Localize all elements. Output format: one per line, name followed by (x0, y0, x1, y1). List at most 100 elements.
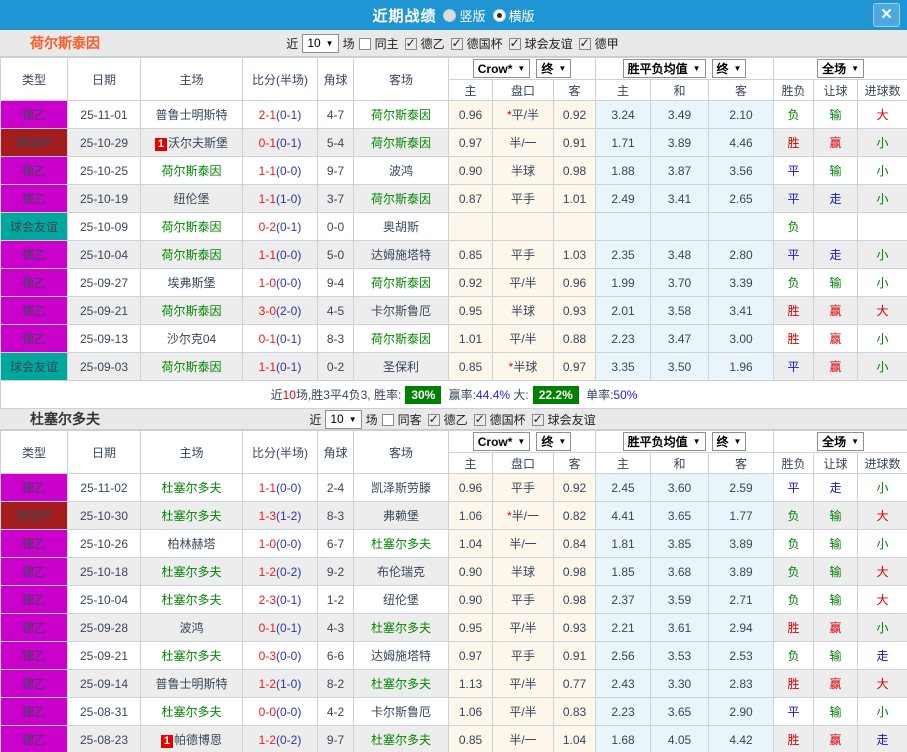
checkbox-checked[interactable] (427, 412, 440, 426)
full-time-score: 1-2 (258, 564, 276, 579)
match-score: 1-1(0-0) (242, 156, 318, 185)
home-team-name: 普鲁士明斯特 (155, 108, 228, 122)
avg-odds-dropdown-3[interactable]: 终 ▼ (711, 59, 747, 78)
checkbox-checked[interactable] (531, 412, 544, 426)
home-team-name: 荷尔斯泰因 (161, 304, 222, 318)
bookmaker-dropdown-1[interactable]: 终 ▼ (536, 58, 572, 78)
home-team-name: 杜塞尔多夫 (161, 509, 222, 523)
odds-away: 0.91 (552, 641, 597, 670)
scope-dropdown-4[interactable]: 全场 ▼ (817, 432, 864, 451)
away-team-name: 荷尔斯泰因 (370, 276, 431, 290)
home-team: 普鲁士明斯特 (140, 100, 243, 129)
sub-column-header-2: 客 (552, 452, 597, 474)
league-type-badge: 德乙 (0, 697, 68, 726)
checkbox-checked[interactable] (450, 36, 463, 50)
home-team-name: 埃弗斯堡 (167, 276, 216, 290)
result-outcome: 负 (773, 268, 815, 297)
bookmaker-dropdown-0[interactable]: Crow* ▼ (472, 432, 531, 452)
away-team-name: 卡尔斯鲁厄 (370, 705, 431, 719)
summary-part: 场,胜3平4负3, 胜率: (295, 388, 402, 402)
match-score: 0-1(0-1) (242, 613, 318, 642)
avg-odds-dropdown-3-value: 终 (716, 435, 729, 449)
odds-home: 0.87 (448, 184, 493, 213)
avg-draw: 3.65 (650, 697, 710, 726)
full-time-score: 0-1 (258, 135, 276, 150)
avg-odds-dropdown-3-value: 终 (716, 62, 729, 76)
home-team-name: 杜塞尔多夫 (161, 565, 222, 579)
checkbox[interactable] (381, 414, 394, 426)
avg-odds-dropdown-2[interactable]: 胜平负均值 ▼ (622, 59, 706, 78)
corner-score: 5-4 (317, 128, 354, 157)
avg-away: 3.89 (708, 557, 775, 586)
league-type-badge: 德乙 (0, 557, 68, 586)
checkbox-checked[interactable] (578, 36, 591, 50)
avg-home: 2.56 (595, 641, 652, 670)
sub-column-header-0: 主 (448, 79, 493, 101)
match-row: 球会友谊 25-09-03 荷尔斯泰因 1-1(0-1) 0-2 圣保利 0.85 *半球 0.… (0, 352, 907, 381)
match-date: 25-09-28 (67, 613, 141, 642)
match-count-dropdown[interactable]: 10 ▼ (325, 409, 362, 429)
full-time-score: 0-3 (258, 648, 276, 663)
same-venue-label: 同客 (397, 412, 422, 427)
match-date: 25-09-03 (67, 352, 141, 381)
result-handicap: 走 (813, 473, 859, 502)
home-team: 杜塞尔多夫 (140, 641, 243, 670)
result-outcome: 胜 (773, 128, 815, 157)
match-count-dropdown[interactable]: 10 ▼ (302, 33, 339, 53)
checkbox-checked[interactable] (473, 412, 486, 426)
layout-radio-vertical[interactable]: 竖版 (443, 6, 486, 25)
match-score: 1-1(0-0) (242, 240, 318, 269)
recent-results-panel: 近期战绩 竖版横版 ✕ 荷尔斯泰因 近10▼场同主德乙德国杯球会友谊德甲 类型日… (0, 0, 907, 752)
match-row: 德乙 25-08-31 杜塞尔多夫 0-0(0-0) 4-2 卡尔斯鲁厄 1.06 平/半 0.… (0, 697, 907, 726)
match-row: 德乙 25-10-19 纽伦堡 1-1(1-0) 3-7 荷尔斯泰因 0.87 平手 1.01 2… (0, 184, 907, 213)
home-team: 杜塞尔多夫 (140, 585, 243, 614)
half-time-score: (0-0) (276, 648, 302, 663)
away-team: 荷尔斯泰因 (353, 128, 449, 157)
avg-away: 2.59 (708, 473, 775, 502)
scope-dropdown-4[interactable]: 全场 ▼ (817, 59, 864, 78)
match-score: 3-0(2-0) (242, 296, 318, 325)
league-label: 球会友谊 (547, 412, 596, 427)
odds-home: 0.85 (448, 725, 493, 752)
avg-odds-dropdown-3[interactable]: 终 ▼ (711, 432, 747, 451)
match-row: 德乙 25-10-04 荷尔斯泰因 1-1(0-0) 5-0 达姆施塔特 0.85 平手 1.0… (0, 240, 907, 269)
match-row: 德乙 25-09-21 杜塞尔多夫 0-3(0-0) 6-6 达姆施塔特 0.97 平手 0.9… (0, 641, 907, 670)
page-title: 近期战绩 (372, 7, 437, 25)
home-team-name: 纽伦堡 (173, 192, 210, 206)
rank-badge: 1 (160, 735, 174, 748)
layout-radio-horizontal[interactable]: 横版 (492, 6, 535, 25)
match-row: 德乙 25-09-14 普鲁士明斯特 1-2(1-0) 8-2 杜塞尔多夫 1.13 平/半 0… (0, 669, 907, 698)
result-goals: 走 (857, 725, 907, 752)
sub-column-header-5: 客 (708, 452, 775, 474)
odds-away: 0.98 (552, 557, 597, 586)
close-button[interactable]: ✕ (873, 3, 900, 27)
odds-home: 0.85 (448, 240, 493, 269)
match-row: 德乙 25-10-04 杜塞尔多夫 2-3(0-1) 1-2 纽伦堡 0.90 平手 0.98 2… (0, 585, 907, 614)
corner-score: 4-5 (317, 296, 354, 325)
away-team-name: 波鸿 (388, 164, 413, 178)
league-label: 球会友谊 (524, 36, 573, 51)
league-label: 德国杯 (466, 36, 503, 51)
checkbox-checked[interactable] (508, 36, 521, 50)
match-date: 25-11-02 (67, 473, 141, 502)
avg-draw: 3.61 (650, 613, 710, 642)
away-team: 奥胡斯 (353, 212, 449, 241)
match-row: 德国杯 25-10-29 1 沃尔夫斯堡 0-1(0-1) 5-4 荷尔斯泰因 0.97 半/一… (0, 128, 907, 157)
avg-odds-dropdown-2[interactable]: 胜平负均值 ▼ (622, 432, 706, 451)
dropdown-arrow-icon: ▼ (851, 64, 859, 73)
match-score: 1-1(0-1) (242, 352, 318, 381)
result-handicap: 输 (813, 557, 859, 586)
league-type-badge: 德乙 (0, 641, 68, 670)
away-team-name: 圣保利 (382, 360, 419, 374)
odds-handicap: 平手 (492, 473, 554, 502)
bookmaker-dropdown-0[interactable]: Crow* ▼ (472, 59, 531, 79)
bookmaker-dropdown-1[interactable]: 终 ▼ (536, 431, 572, 451)
scope-dropdown-4-value: 全场 (822, 435, 847, 449)
result-outcome: 负 (773, 641, 815, 670)
checkbox-checked[interactable] (404, 36, 417, 50)
avg-draw: 3.49 (650, 100, 710, 129)
home-team: 荷尔斯泰因 (140, 240, 243, 269)
avg-home: 1.85 (595, 557, 652, 586)
checkbox[interactable] (358, 38, 371, 50)
home-team: 波鸿 (140, 613, 243, 642)
